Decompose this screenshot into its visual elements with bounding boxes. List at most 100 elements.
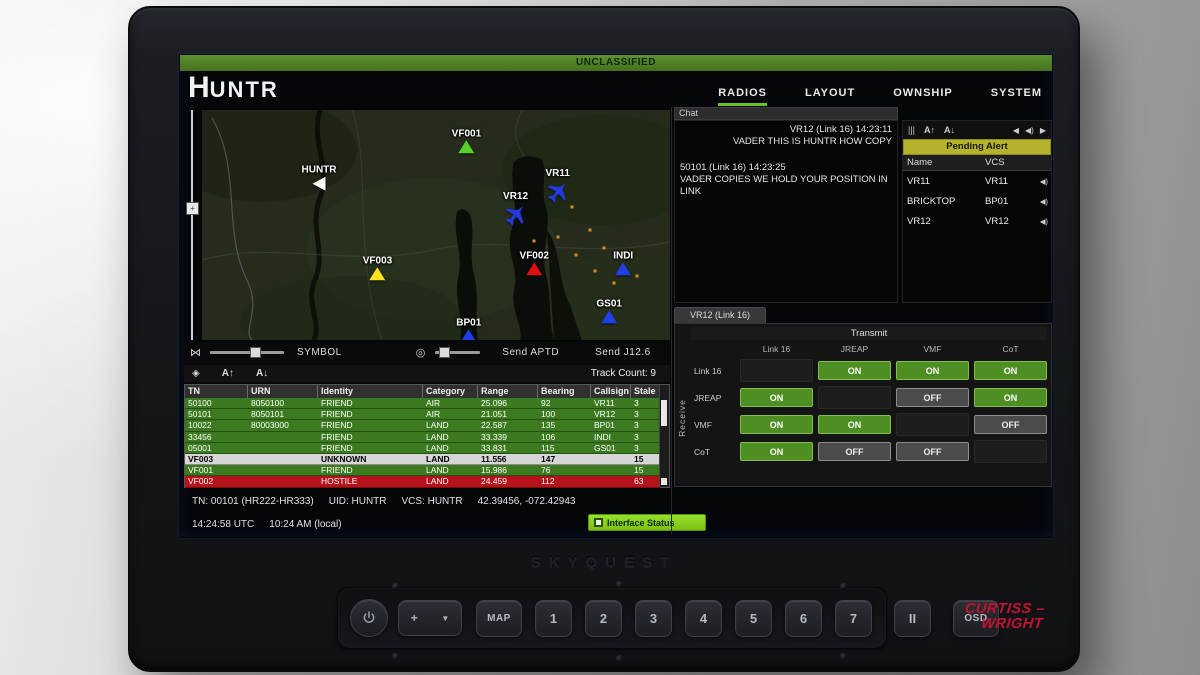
chat-messages[interactable]: VR12 (Link 16) 14:23:11VADER THIS IS HUN…: [674, 120, 898, 303]
slider-handle[interactable]: [250, 347, 261, 358]
track-filter-icon[interactable]: ◈: [192, 368, 200, 379]
table-scrollbar[interactable]: [659, 385, 669, 487]
send-j126-button[interactable]: Send J12.6: [595, 347, 651, 358]
scrollbar-down-button[interactable]: [661, 478, 667, 485]
slider-handle[interactable]: [439, 347, 450, 358]
column-header[interactable]: Callsign: [591, 385, 631, 398]
table-cell: 8050100: [248, 398, 318, 409]
map-marker-huntr[interactable]: HUNTR: [302, 165, 337, 191]
toggle-off[interactable]: OFF: [896, 442, 969, 461]
track-table-body: 501008050100FRIENDAIR25.09692VR113501018…: [185, 398, 660, 488]
column-header[interactable]: Bearing: [538, 385, 591, 398]
brightness-rocker[interactable]: + ▼: [398, 600, 462, 636]
alert-row[interactable]: VR11VR11◀): [903, 171, 1051, 191]
column-header[interactable]: URN: [248, 385, 318, 398]
tab-system[interactable]: SYSTEM: [991, 87, 1042, 106]
bezel-key-4[interactable]: 4: [685, 600, 722, 637]
column-header[interactable]: Identity: [318, 385, 423, 398]
table-row[interactable]: VF003UNKNOWNLAND11.55614715: [185, 454, 660, 465]
speaker-icon[interactable]: ◀): [1040, 177, 1051, 186]
map-marker-vf003[interactable]: VF003: [363, 255, 392, 280]
speaker-icon[interactable]: ◀): [1040, 217, 1051, 226]
table-row[interactable]: VF002HOSTILELAND24.45911263: [185, 476, 660, 487]
map-marker-indi[interactable]: INDI: [613, 250, 633, 275]
column-header[interactable]: Stale: [631, 385, 660, 398]
alert-table-head: NameVCS: [903, 155, 1051, 171]
table-row[interactable]: 05001FRIENDLAND33.831115GS013: [185, 443, 660, 454]
toggle-off[interactable]: OFF: [818, 442, 891, 461]
map-zoom-slider[interactable]: +: [186, 110, 198, 340]
tab-radios[interactable]: RADIOS: [718, 87, 767, 106]
column-header[interactable]: VCS: [981, 157, 1005, 168]
slider-handle[interactable]: +: [186, 202, 199, 215]
tab-ownship[interactable]: OWNSHIP: [893, 87, 953, 106]
matrix-blank-cell: [896, 413, 969, 436]
map-marker-bp01[interactable]: BP01: [456, 317, 481, 340]
map-marker-vr12[interactable]: VR12: [503, 191, 528, 227]
table-cell: AIR: [423, 409, 478, 420]
bezel-key-6[interactable]: 6: [785, 600, 822, 637]
bezel-key-1[interactable]: 1: [535, 600, 572, 637]
table-row[interactable]: 1002280003000FRIENDLAND22.587135BP013: [185, 420, 660, 431]
screw: [616, 655, 623, 662]
brightness-down-icon[interactable]: ▼: [441, 614, 449, 623]
map-marker-gs01[interactable]: GS01: [596, 299, 622, 324]
next-alert-icon[interactable]: ▶: [1040, 126, 1046, 135]
map-marker-vf002[interactable]: VF002: [520, 250, 549, 275]
table-row[interactable]: 501008050100FRIENDAIR25.09692VR113: [185, 398, 660, 409]
scrollbar-thumb[interactable]: [661, 400, 667, 426]
sort-descending-icon[interactable]: A↓: [944, 125, 955, 135]
table-row[interactable]: 501018050101FRIENDAIR21.051100VR123: [185, 409, 660, 420]
toggle-on[interactable]: ON: [818, 361, 891, 380]
tab-layout[interactable]: LAYOUT: [805, 87, 855, 106]
map-marker-vf001[interactable]: VF001: [452, 128, 481, 153]
table-row[interactable]: 33456FRIENDLAND33.339106INDI3: [185, 432, 660, 443]
toggle-on[interactable]: ON: [740, 388, 813, 407]
bezel-key-2[interactable]: 2: [585, 600, 622, 637]
declutter-slider[interactable]: [435, 351, 480, 354]
map-marker-vr11[interactable]: VR11: [545, 168, 569, 204]
table-cell: 3: [631, 443, 660, 454]
toggle-on[interactable]: ON: [740, 415, 813, 434]
alert-row[interactable]: BRICKTOPBP01◀): [903, 191, 1051, 211]
sort-ascending-icon[interactable]: A↑: [924, 125, 935, 135]
toggle-off[interactable]: OFF: [974, 415, 1047, 434]
track-status-bar: TN: 00101 (HR222-HR333) UID: HUNTR VCS: …: [184, 491, 670, 511]
chat-message-header: 50101 (Link 16) 14:23:25: [680, 162, 892, 174]
toggle-on[interactable]: ON: [896, 361, 969, 380]
toggle-off[interactable]: OFF: [896, 388, 969, 407]
speaker-icon[interactable]: ◀): [1040, 197, 1051, 206]
play-audio-icon[interactable]: ◀): [1025, 126, 1034, 135]
bezel-keys: MAP1234567IIOSD: [476, 600, 999, 637]
bezel-key-ii[interactable]: II: [894, 600, 931, 637]
sort-ascending-icon[interactable]: A↑: [222, 368, 234, 379]
toggle-on[interactable]: ON: [818, 415, 891, 434]
column-header[interactable]: TN: [185, 385, 248, 398]
symbol-tool-icon[interactable]: ⋈: [190, 346, 201, 359]
column-header[interactable]: Name: [903, 157, 981, 168]
interface-status-button[interactable]: Interface Status: [588, 514, 706, 531]
alert-row[interactable]: VR12VR12◀): [903, 211, 1051, 231]
bezel-key-7[interactable]: 7: [835, 600, 872, 637]
bezel-key-5[interactable]: 5: [735, 600, 772, 637]
brightness-up-label[interactable]: +: [411, 611, 418, 625]
send-aptd-button[interactable]: Send APTD: [502, 347, 559, 358]
map-canvas[interactable]: HUNTR VF001 VR11 VR12 VF003 VF002 INDI GS01 BP01: [202, 110, 670, 340]
column-header[interactable]: Category: [423, 385, 478, 398]
sort-descending-icon[interactable]: A↓: [256, 368, 268, 379]
declutter-icon[interactable]: ◎: [416, 346, 426, 359]
power-button[interactable]: [350, 599, 388, 637]
previous-alert-icon[interactable]: ◀: [1013, 126, 1019, 135]
toggle-on[interactable]: ON: [740, 442, 813, 461]
bezel-key-3[interactable]: 3: [635, 600, 672, 637]
column-header[interactable]: Range: [478, 385, 538, 398]
bezel-key-map[interactable]: MAP: [476, 600, 522, 637]
table-row[interactable]: VF001FRIENDLAND15.9867615: [185, 465, 660, 476]
toggle-on[interactable]: ON: [974, 388, 1047, 407]
symbol-size-slider[interactable]: [210, 351, 284, 354]
toggle-on[interactable]: ON: [974, 361, 1047, 380]
table-cell: 50100: [185, 398, 248, 409]
alert-filter-icon[interactable]: |||: [908, 125, 915, 135]
radio-channel-tab[interactable]: VR12 (Link 16): [674, 307, 766, 323]
marker-label: VF001: [452, 128, 481, 139]
